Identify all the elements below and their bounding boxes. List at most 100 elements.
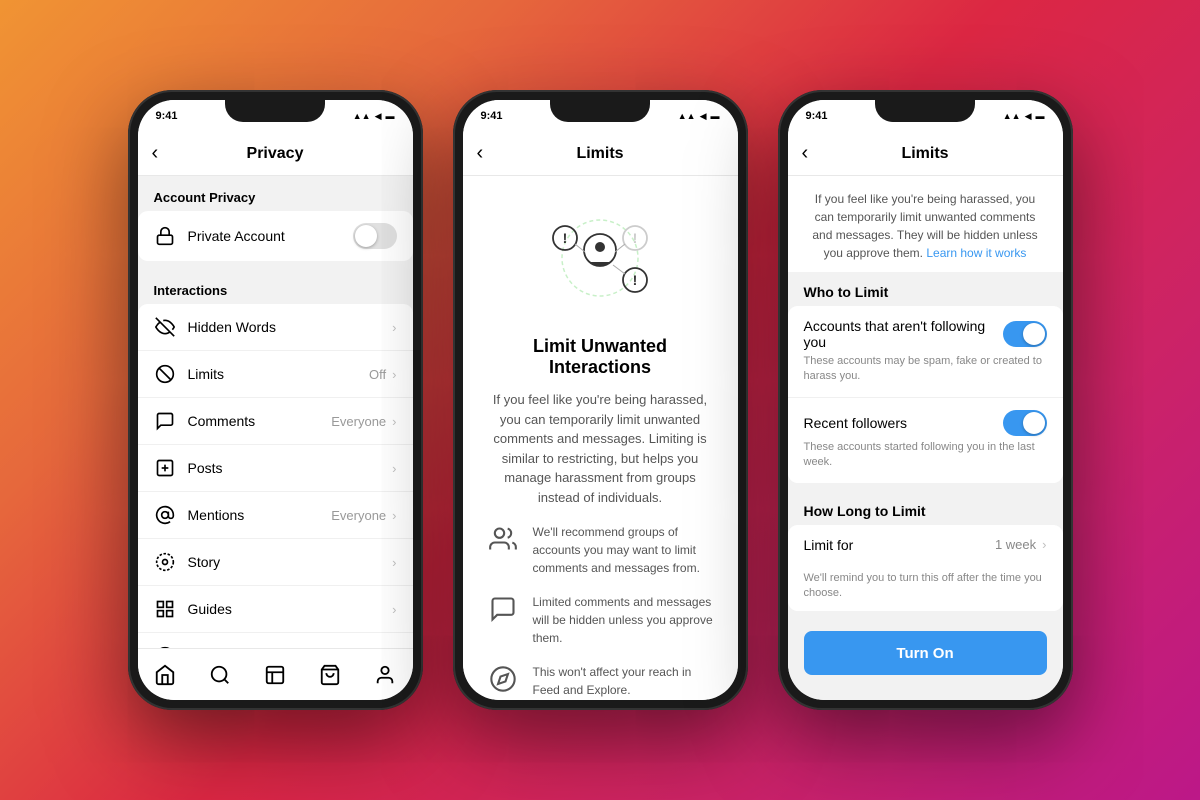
limits-title: Limit Unwanted Interactions [463, 336, 738, 390]
limits-chevron: › [392, 367, 396, 382]
status-bar-1: 9:41 ▲▲ ◀ ▬ [138, 100, 413, 132]
hidden-words-chevron: › [392, 320, 396, 335]
recent-followers-toggle-thumb [1023, 412, 1045, 434]
account-privacy-list: Private Account [138, 211, 413, 261]
private-account-toggle[interactable] [353, 223, 397, 249]
posts-chevron: › [392, 461, 396, 476]
comment-icon [154, 410, 176, 432]
learn-more-link[interactable]: Learn how it works [926, 246, 1026, 260]
wifi-icon-2: ◀ [700, 111, 707, 122]
private-account-label: Private Account [188, 228, 353, 244]
signal-icon-2: ▲▲ [678, 111, 696, 121]
how-long-title: How Long to Limit [788, 491, 1063, 525]
back-button-3[interactable]: ‹ [802, 142, 809, 165]
nav-header-1: ‹ Privacy [138, 132, 413, 176]
mentions-chevron: › [392, 508, 396, 523]
settings-description: If you feel like you're being harassed, … [788, 176, 1063, 272]
at-icon [154, 504, 176, 526]
limits-features: We'll recommend groups of accounts you m… [463, 523, 738, 700]
signal-icon-3: ▲▲ [1003, 111, 1021, 121]
people-icon [487, 523, 519, 555]
search-nav[interactable] [200, 655, 240, 695]
feature-text-2: Limited comments and messages will be hi… [533, 593, 714, 647]
notch-3 [875, 100, 975, 122]
phone-3: 9:41 ▲▲ ◀ ▬ ‹ Limits If you feel like yo… [778, 90, 1073, 710]
guides-chevron: › [392, 602, 396, 617]
feature-item-2: Limited comments and messages will be hi… [487, 593, 714, 647]
signal-icon: ▲▲ [353, 111, 371, 121]
battery-icon-3: ▬ [1036, 111, 1045, 121]
svg-text:!: ! [633, 230, 638, 246]
limits-illustration: ! ! ! [463, 176, 738, 336]
comment-hide-icon [487, 593, 519, 625]
who-to-limit-title: Who to Limit [788, 272, 1063, 306]
recent-followers-row: Recent followers [804, 410, 1047, 436]
not-following-row: Accounts that aren't following you [804, 318, 1047, 350]
story-chevron: › [392, 555, 396, 570]
nav-header-2: ‹ Limits [463, 132, 738, 176]
svg-text:!: ! [633, 272, 638, 288]
limits-svg: ! ! ! [535, 200, 665, 320]
profile-nav[interactable] [365, 655, 405, 695]
not-following-toggle-thumb [1023, 323, 1045, 345]
status-time-3: 9:41 [806, 110, 828, 122]
feature-item-3: This won't affect your reach in Feed and… [487, 663, 714, 699]
section-interactions: Interactions [138, 269, 413, 304]
guides-item[interactable]: Guides › [138, 586, 413, 633]
limit-for-value: 1 week [995, 537, 1036, 552]
guides-icon [154, 598, 176, 620]
status-time-1: 9:41 [156, 110, 178, 122]
comments-label: Comments [188, 413, 332, 429]
not-following-desc: These accounts may be spam, fake or crea… [804, 354, 1047, 385]
phone-2: 9:41 ▲▲ ◀ ▬ ‹ Limits [453, 90, 748, 710]
story-item[interactable]: Story › [138, 539, 413, 586]
hidden-words-item[interactable]: Hidden Words › [138, 304, 413, 351]
posts-item[interactable]: Posts › [138, 445, 413, 492]
nav-title-3: Limits [901, 145, 948, 163]
who-to-limit-block: Accounts that aren't following you These… [788, 306, 1063, 483]
comments-item[interactable]: Comments Everyone › [138, 398, 413, 445]
not-following-toggle[interactable] [1003, 321, 1047, 347]
back-button-2[interactable]: ‹ [477, 142, 484, 165]
comments-chevron: › [392, 414, 396, 429]
recent-followers-item: Recent followers These accounts started … [788, 398, 1063, 483]
mentions-value: Everyone [331, 508, 386, 523]
limit-icon [154, 363, 176, 385]
story-label: Story [188, 554, 393, 570]
toggle-thumb [355, 225, 377, 247]
wifi-icon: ◀ [375, 111, 382, 122]
back-button-1[interactable]: ‹ [152, 142, 159, 165]
phone-1: 9:41 ▲▲ ◀ ▬ ‹ Privacy Account Privacy [128, 90, 423, 710]
nav-title-2: Limits [576, 145, 623, 163]
nav-title-1: Privacy [247, 145, 304, 163]
mentions-label: Mentions [188, 507, 332, 523]
interactions-list: Hidden Words › Limits Off › [138, 304, 413, 648]
notch-2 [550, 100, 650, 122]
not-following-item: Accounts that aren't following you These… [788, 306, 1063, 398]
comments-value: Everyone [331, 414, 386, 429]
feature-text-1: We'll recommend groups of accounts you m… [533, 523, 714, 577]
limits-value: Off [369, 367, 386, 382]
turn-on-button[interactable]: Turn On [804, 631, 1047, 675]
home-nav[interactable] [145, 655, 185, 695]
status-icons-1: ▲▲ ◀ ▬ [353, 111, 395, 122]
section-account-privacy: Account Privacy [138, 176, 413, 211]
recent-followers-toggle[interactable] [1003, 410, 1047, 436]
plus-square-icon [154, 457, 176, 479]
limits-description: If you feel like you're being harassed, … [463, 390, 738, 523]
feature-text-3: This won't affect your reach in Feed and… [533, 663, 714, 699]
battery-icon-2: ▬ [711, 111, 720, 121]
activity-status-item[interactable]: Activity Status › [138, 633, 413, 648]
private-account-item[interactable]: Private Account [138, 211, 413, 261]
mentions-item[interactable]: Mentions Everyone › [138, 492, 413, 539]
bag-nav[interactable] [310, 655, 350, 695]
wifi-icon-3: ◀ [1025, 111, 1032, 122]
status-icons-3: ▲▲ ◀ ▬ [1003, 111, 1045, 122]
limits-item[interactable]: Limits Off › [138, 351, 413, 398]
shop-nav[interactable] [255, 655, 295, 695]
status-time-2: 9:41 [481, 110, 503, 122]
status-bar-2: 9:41 ▲▲ ◀ ▬ [463, 100, 738, 132]
limit-for-row[interactable]: Limit for 1 week › [788, 525, 1063, 565]
privacy-screen: Account Privacy Private Account [138, 176, 413, 648]
limit-for-chevron: › [1042, 537, 1046, 552]
